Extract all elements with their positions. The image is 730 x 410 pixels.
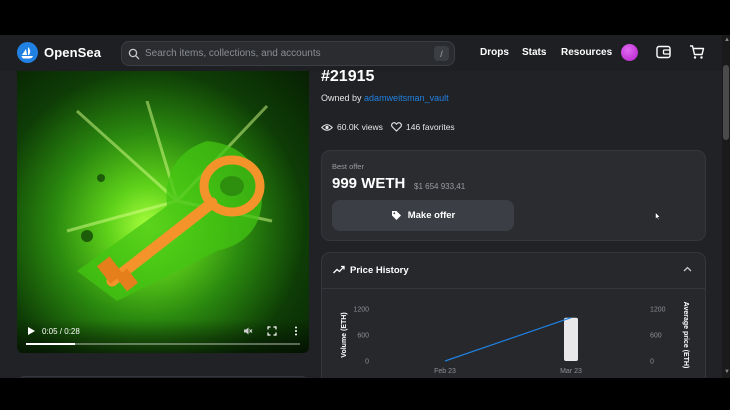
chevron-up-icon[interactable]	[683, 266, 692, 272]
y-tick-left: 1200	[353, 307, 369, 314]
cart-icon[interactable]	[689, 44, 705, 60]
play-icon[interactable]	[26, 326, 36, 336]
nav-resources-link[interactable]: Resources	[561, 47, 612, 58]
browser-viewport: OpenSea / Drops Stats Resources	[0, 35, 730, 378]
price-history-chart: Volume (ETH) Average price (ETH) 0 0 600 600 1…	[341, 302, 689, 375]
video-letterbox-top	[0, 0, 730, 35]
y-tick-left: 0	[365, 359, 369, 366]
y-axis-left-label: Volume (ETH)	[341, 312, 348, 357]
search-bar[interactable]: /	[121, 41, 455, 66]
best-offer-label: Best offer	[332, 162, 364, 171]
nav-drops-link[interactable]: Drops	[480, 47, 509, 58]
favorites-count: 146 favorites	[406, 122, 455, 132]
fullscreen-icon[interactable]	[267, 326, 277, 336]
mouse-cursor-icon	[655, 212, 661, 220]
trending-up-icon	[333, 265, 345, 274]
tag-icon	[391, 211, 401, 220]
y-tick-right: 600	[650, 333, 662, 340]
x-tick-label: Feb 23	[434, 368, 456, 375]
best-offer-usd: $1 654 933,41	[414, 182, 466, 191]
scroll-up-arrow-icon[interactable]: ▲	[724, 37, 730, 43]
nav-stats-link[interactable]: Stats	[522, 47, 546, 58]
nft-video-player[interactable]: 0:05 / 0:28	[17, 71, 309, 353]
owned-by-label: Owned by	[321, 93, 362, 103]
wallet-icon[interactable]	[656, 45, 671, 59]
best-offer-card: Best offer 999 WETH $1 654 933,41 Make o…	[321, 150, 706, 241]
chart-line-series	[444, 317, 572, 362]
brand-logo[interactable]: OpenSea	[17, 42, 101, 63]
scroll-down-arrow-icon[interactable]: ▼	[724, 369, 730, 375]
make-offer-button[interactable]: Make offer	[332, 200, 514, 231]
y-tick-left: 600	[357, 333, 369, 340]
video-progress-bar[interactable]	[26, 343, 300, 345]
y-tick-right: 0	[650, 359, 654, 366]
volume-muted-icon[interactable]	[243, 326, 253, 336]
brand-name: OpenSea	[44, 45, 102, 60]
search-icon	[128, 48, 140, 59]
scroll-thumb[interactable]	[723, 65, 729, 140]
owner-link[interactable]: adamweitsman_vault	[364, 93, 449, 103]
y-tick-right: 1200	[650, 307, 666, 314]
views-count: 60.0K views	[337, 122, 383, 132]
price-history-header[interactable]: Price History	[322, 253, 705, 289]
favorites-stat[interactable]: 146 favorites	[391, 122, 455, 132]
views-stat: 60.0K views	[321, 122, 383, 132]
search-input[interactable]	[145, 48, 454, 59]
nft-title: #21915	[321, 68, 375, 85]
more-options-icon[interactable]	[294, 326, 298, 336]
best-offer-price: 999 WETH	[332, 175, 406, 192]
price-history-panel: Price History Volume (ETH) Average price …	[321, 252, 706, 378]
video-letterbox-bottom	[0, 378, 730, 410]
chart-bar	[564, 317, 578, 361]
profile-avatar[interactable]	[621, 44, 638, 61]
video-progress-fill	[26, 343, 76, 345]
key-artwork	[66, 101, 273, 301]
video-controls: 0:05 / 0:28	[17, 319, 309, 353]
heart-icon	[391, 122, 402, 132]
eye-icon	[321, 123, 333, 131]
opensea-logo-icon	[17, 42, 38, 63]
search-shortcut-key: /	[434, 46, 449, 61]
x-tick-label: Mar 23	[560, 368, 582, 375]
y-axis-right-label: Average price (ETH)	[682, 302, 689, 369]
video-time: 0:05 / 0:28	[42, 327, 80, 336]
make-offer-label: Make offer	[407, 210, 456, 221]
price-history-title: Price History	[350, 265, 409, 276]
owner-line: Owned by adamweitsman_vault	[321, 93, 449, 103]
page-scrollbar[interactable]: ▲ ▼	[722, 35, 730, 378]
top-nav: OpenSea / Drops Stats Resources	[0, 35, 722, 71]
